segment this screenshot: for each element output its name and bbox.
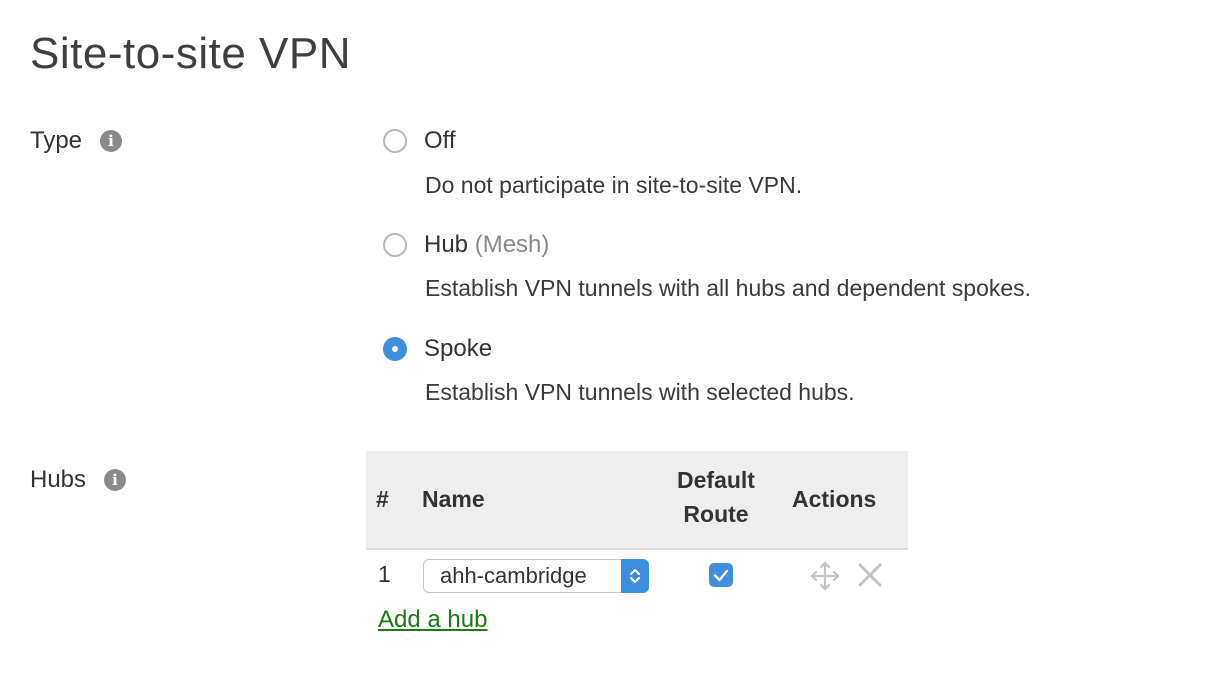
radio-hub-label-text[interactable]: Hub [424,231,468,258]
radio-hub[interactable] [383,233,407,257]
column-header-number: # [376,486,389,512]
radio-spoke-description: Establish VPN tunnels with selected hubs… [425,379,855,405]
info-icon[interactable]: i [100,130,123,152]
hub-name-select[interactable]: ahh-cambridge [423,558,649,593]
table-row: 1 ahh-cambridge [366,550,908,602]
radio-spoke-selected[interactable] [383,337,407,361]
row-number: 1 [378,561,391,587]
radio-option-off[interactable]: Off [383,126,456,156]
column-header-default-route: Default Route [662,465,770,529]
chevron-updown-icon[interactable] [621,558,649,593]
radio-off-description: Do not participate in site-to-site VPN. [425,172,803,198]
column-header-default-route-line2: Route [683,501,749,527]
default-route-checkbox[interactable] [709,563,733,587]
hubs-table: # Name Default Route Actions 1 ahh-cambr… [366,451,908,602]
radio-off-label[interactable]: Off [424,126,456,156]
column-header-name: Name [422,486,485,512]
move-icon[interactable] [808,559,842,598]
radio-option-hub[interactable]: Hub (Mesh) [383,230,549,260]
close-icon[interactable] [856,561,884,594]
hub-name-select-value[interactable]: ahh-cambridge [424,563,621,589]
radio-hub-label[interactable]: Hub (Mesh) [424,230,549,260]
column-header-default-route-line1: Default [677,467,755,493]
type-field-label: Type i [30,126,123,156]
page-title: Site-to-site VPN [30,29,351,78]
radio-spoke-label[interactable]: Spoke [424,334,492,364]
type-label: Type [30,127,83,154]
check-icon [713,569,729,582]
radio-hub-sublabel: (Mesh) [474,231,550,258]
radio-option-spoke[interactable]: Spoke [383,334,492,364]
hubs-table-header: # Name Default Route Actions [366,451,908,550]
add-hub-link[interactable]: Add a hub [378,605,487,635]
hubs-field-label: Hubs i [30,465,127,495]
column-header-actions: Actions [792,486,877,512]
site-to-site-vpn-page: Site-to-site VPN Type i Off Do not parti… [0,0,1206,692]
radio-hub-description: Establish VPN tunnels with all hubs and … [425,275,1032,301]
info-icon[interactable]: i [104,469,127,491]
radio-off[interactable] [383,129,407,153]
hubs-label: Hubs [30,466,87,493]
